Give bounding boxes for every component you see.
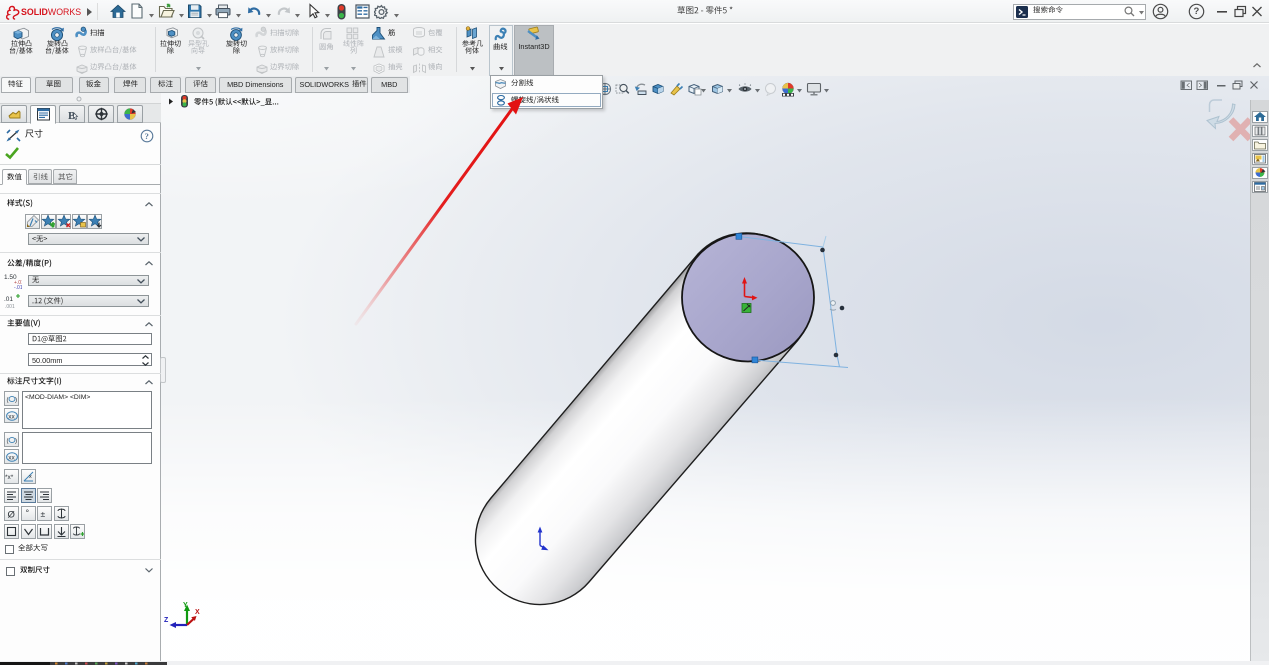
svg-text:Ø: Ø	[8, 509, 16, 520]
svg-text:.01: .01	[4, 296, 13, 303]
svg-text:Z: Z	[164, 617, 169, 624]
svg-text:.001: .001	[5, 304, 15, 310]
svg-text:): )	[15, 396, 17, 403]
svg-text:*x*: *x*	[5, 474, 14, 481]
svg-text:x: x	[29, 474, 32, 480]
svg-text:-.01: -.01	[14, 285, 22, 290]
svg-text:xx: xx	[8, 454, 15, 461]
svg-text:Y: Y	[183, 602, 188, 609]
svg-text:?: ?	[145, 131, 149, 141]
svg-text:): )	[15, 437, 17, 444]
svg-text:X: X	[195, 609, 200, 616]
svg-text:°: °	[25, 508, 29, 518]
svg-text:xx: xx	[8, 413, 15, 420]
svg-text:±: ±	[41, 509, 46, 519]
